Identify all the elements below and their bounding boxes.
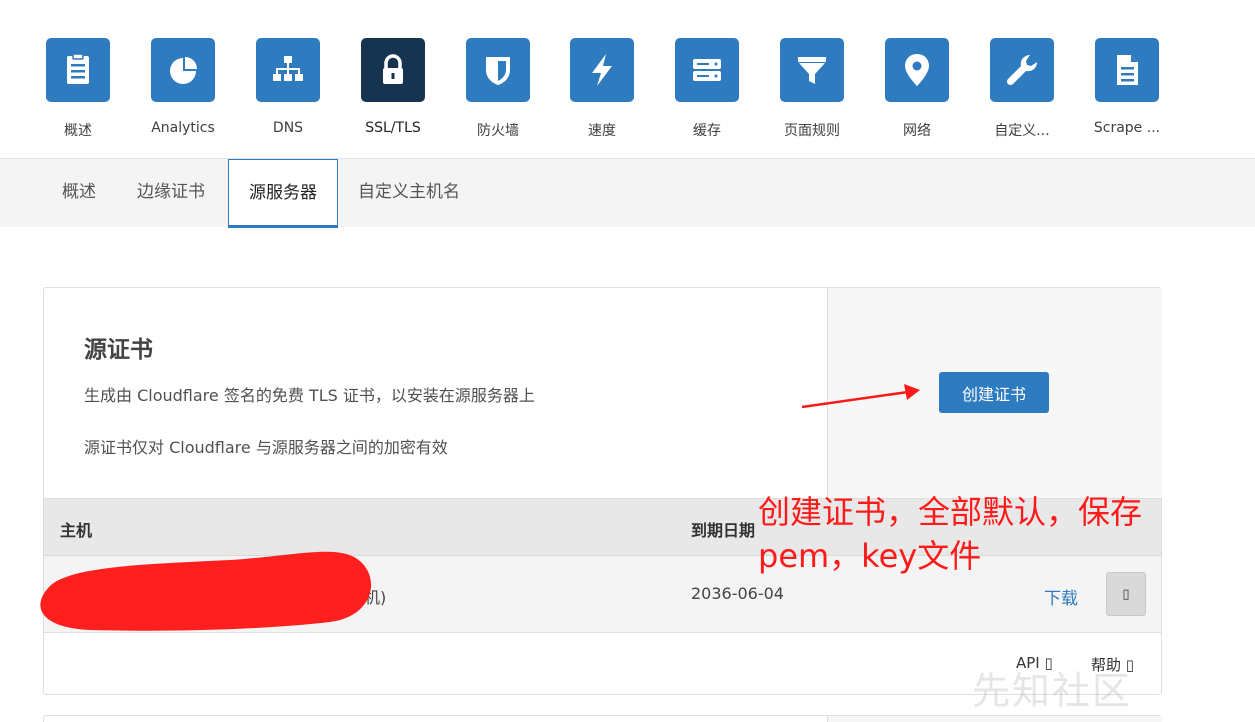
lightning-icon <box>570 38 634 102</box>
redaction-scribble <box>40 551 372 631</box>
create-certificate-button[interactable]: 创建证书 <box>939 372 1049 413</box>
watermark: 先知社区 <box>972 669 1133 713</box>
column-header-host: 主机 <box>60 521 93 540</box>
annotation-text: 创建证书，全部默认，保存pem，key文件 <box>758 493 1143 575</box>
app-nav-label: Scrape ... <box>1093 120 1161 136</box>
card-description-secondary: 源证书仅对 Cloudflare 与源服务器之间的加密有效 <box>84 438 448 457</box>
app-nav-custom[interactable]: 自定义... <box>977 38 1067 140</box>
tab-edge-certificates[interactable]: 边缘证书 <box>127 159 215 228</box>
app-nav-speed[interactable]: 速度 <box>557 38 647 140</box>
app-navigation: 概述 Analytics DNS SSL/TLS 防火墙 速度 缓存 页面规则 … <box>0 0 1255 158</box>
tab-origin-server[interactable]: 源服务器 <box>228 159 338 228</box>
app-nav-firewall[interactable]: 防火墙 <box>453 38 543 140</box>
pie-chart-icon <box>151 38 215 102</box>
server-icon <box>675 38 739 102</box>
app-nav-label: 缓存 <box>693 123 721 139</box>
next-card-panel <box>827 716 1162 722</box>
app-nav-label: 网络 <box>903 123 931 139</box>
card-description: 生成由 Cloudflare 签名的免费 TLS 证书，以安装在源服务器上 <box>84 386 535 405</box>
app-nav-label: 自定义... <box>994 123 1050 139</box>
lock-icon <box>361 38 425 102</box>
app-nav-page-rules[interactable]: 页面规则 <box>767 38 857 140</box>
app-nav-ssl-tls[interactable]: SSL/TLS <box>348 38 438 136</box>
certificate-expiry: 2036-06-04 <box>691 584 784 603</box>
app-nav-label: 概述 <box>64 123 92 139</box>
next-card <box>43 715 1162 722</box>
app-nav-scrape-shield[interactable]: Scrape ... <box>1082 38 1172 136</box>
app-nav-analytics[interactable]: Analytics <box>138 38 228 136</box>
wrench-icon <box>990 38 1054 102</box>
document-icon <box>1095 38 1159 102</box>
app-nav-network[interactable]: 网络 <box>872 38 962 140</box>
row-action-button[interactable]: ▯ <box>1106 572 1146 616</box>
app-nav-label: Analytics <box>151 120 215 136</box>
app-nav-label: DNS <box>272 120 304 136</box>
app-nav-label: 页面规则 <box>784 123 840 139</box>
tab-custom-hostnames[interactable]: 自定义主机名 <box>348 159 470 228</box>
app-nav-label: 速度 <box>588 123 616 139</box>
network-icon <box>256 38 320 102</box>
tab-overview[interactable]: 概述 <box>52 159 106 228</box>
column-header-expiry: 到期日期 <box>691 521 756 540</box>
filter-icon <box>780 38 844 102</box>
ssl-subnav: 概述 边缘证书 源服务器 自定义主机名 <box>0 158 1255 228</box>
app-nav-label: SSL/TLS <box>365 120 421 136</box>
app-nav-dns[interactable]: DNS <box>243 38 333 136</box>
annotation-arrow-icon <box>801 384 920 409</box>
card-title: 源证书 <box>84 337 153 363</box>
app-nav-overview[interactable]: 概述 <box>33 38 123 140</box>
app-nav-label: 防火墙 <box>477 123 519 139</box>
shield-icon <box>466 38 530 102</box>
location-pin-icon <box>885 38 949 102</box>
app-nav-cache[interactable]: 缓存 <box>662 38 752 140</box>
clipboard-icon <box>46 38 110 102</box>
download-link[interactable]: 下载 <box>1044 584 1078 609</box>
